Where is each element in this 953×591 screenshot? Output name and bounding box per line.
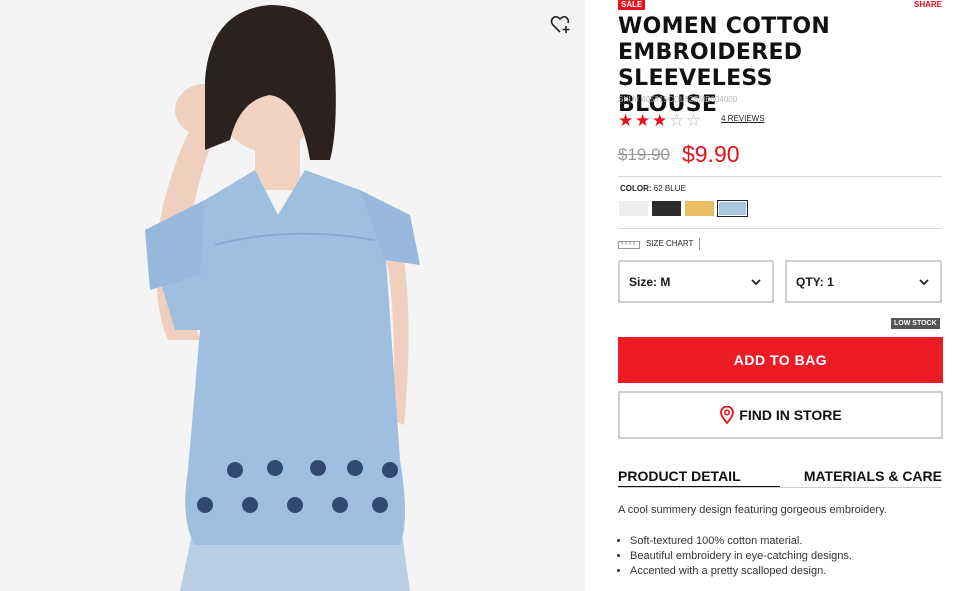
list-item: Beautiful embroidery in eye-catching des… bbox=[630, 549, 944, 564]
ruler-icon bbox=[618, 241, 640, 249]
star-rating: ★ ★ ★ ☆ ☆ bbox=[618, 112, 703, 130]
star-filled-icon: ★ bbox=[635, 111, 651, 130]
color-swatch-black[interactable] bbox=[651, 200, 682, 217]
star-filled-icon: ★ bbox=[618, 111, 634, 130]
product-sku: SKU# 405315COL62SMB004000 bbox=[618, 95, 738, 104]
product-image-panel bbox=[0, 0, 585, 591]
tab-product-detail[interactable]: PRODUCT DETAIL bbox=[618, 466, 780, 488]
sale-price: $9.90 bbox=[682, 141, 740, 167]
size-chart-label: SIZE CHART bbox=[646, 238, 701, 250]
reviews-link[interactable]: 4 REVIEWS bbox=[721, 114, 765, 123]
title-line: EMBROIDERED SLEEVELESS bbox=[618, 40, 803, 91]
color-value: 62 BLUE bbox=[653, 184, 686, 193]
title-line: WOMEN COTTON bbox=[618, 14, 831, 39]
color-swatches bbox=[618, 200, 750, 217]
low-stock-badge: LOW STOCK bbox=[891, 318, 940, 329]
divider bbox=[618, 228, 942, 229]
color-swatch-blue[interactable] bbox=[717, 200, 748, 217]
find-in-store-label: FIND IN STORE bbox=[739, 407, 842, 423]
color-swatch-yellow[interactable] bbox=[684, 200, 715, 217]
product-description: A cool summery design featuring gorgeous… bbox=[618, 504, 887, 516]
star-empty-icon: ☆ bbox=[686, 111, 702, 130]
size-select[interactable]: Size: M bbox=[618, 260, 774, 303]
chevron-down-icon bbox=[919, 279, 929, 286]
star-empty-icon: ☆ bbox=[669, 111, 685, 130]
list-item: Accented with a pretty scalloped design. bbox=[630, 564, 944, 579]
location-pin-icon bbox=[720, 406, 735, 424]
chevron-down-icon bbox=[751, 279, 761, 286]
list-item: Soft-textured 100% cotton material. bbox=[630, 534, 944, 549]
find-in-store-button[interactable]: FIND IN STORE bbox=[618, 391, 943, 439]
tab-materials-care[interactable]: MATERIALS & CARE bbox=[796, 466, 942, 488]
wishlist-heart-icon[interactable] bbox=[550, 14, 572, 36]
original-price: $19.90 bbox=[618, 145, 670, 164]
color-swatch-white[interactable] bbox=[618, 200, 649, 217]
color-label: COLOR: 62 BLUE bbox=[620, 184, 686, 193]
product-image bbox=[0, 0, 585, 591]
qty-select-value: 1 bbox=[827, 274, 834, 289]
divider bbox=[618, 176, 942, 177]
size-chart-link[interactable]: SIZE CHART bbox=[618, 237, 701, 251]
product-info-panel: SALE SHARE WOMEN COTTON EMBROIDERED SLEE… bbox=[618, 0, 944, 591]
size-select-label: Size: bbox=[629, 274, 658, 289]
feature-list: Soft-textured 100% cotton material. Beau… bbox=[630, 534, 944, 579]
quantity-select[interactable]: QTY: 1 bbox=[785, 260, 942, 303]
add-to-bag-button[interactable]: ADD TO BAG bbox=[618, 337, 943, 383]
sale-badge: SALE bbox=[618, 0, 646, 10]
share-link[interactable]: SHARE bbox=[914, 0, 942, 10]
qty-select-label: QTY: bbox=[796, 274, 824, 289]
star-filled-icon: ★ bbox=[652, 111, 668, 130]
color-label-text: COLOR: bbox=[620, 184, 652, 193]
size-select-value: M bbox=[660, 274, 671, 289]
tab-divider bbox=[618, 487, 942, 488]
